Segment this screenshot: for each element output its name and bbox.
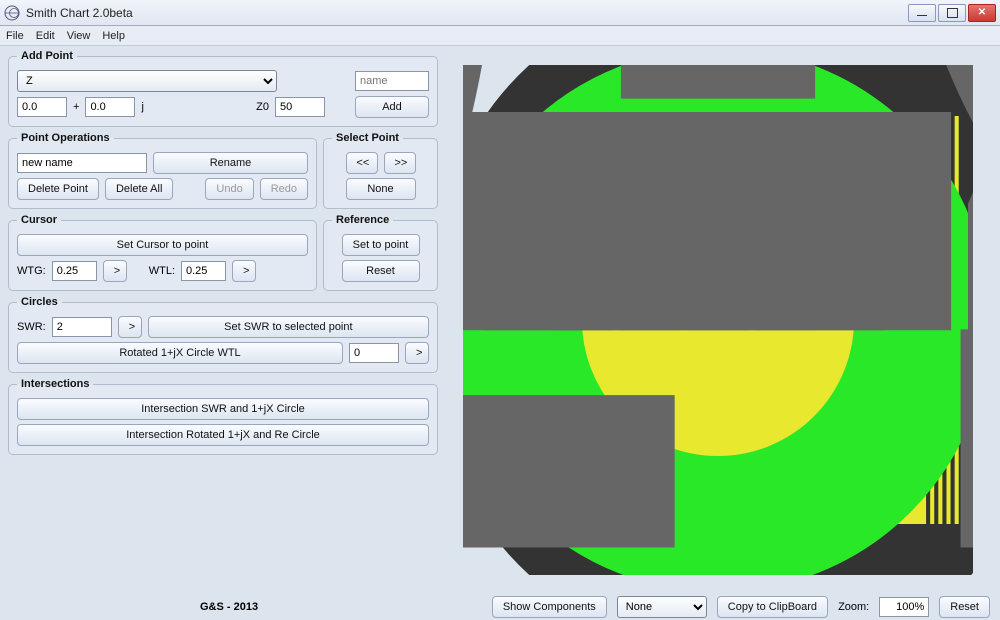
show-components-button[interactable]: Show Components bbox=[492, 596, 607, 618]
menu-view[interactable]: View bbox=[67, 30, 91, 42]
delete-all-button[interactable]: Delete All bbox=[105, 178, 173, 200]
wtl-go-button[interactable]: > bbox=[232, 260, 256, 282]
point-ops-legend: Point Operations bbox=[17, 132, 114, 144]
circles-legend: Circles bbox=[17, 296, 62, 308]
real-input[interactable] bbox=[17, 97, 67, 117]
swr-input[interactable] bbox=[52, 317, 112, 337]
wtg-go-button[interactable]: > bbox=[103, 260, 127, 282]
intersections-group: Intersections Intersection SWR and 1+jX … bbox=[8, 378, 438, 455]
point-operations-group: Point Operations Rename Delete Point Del… bbox=[8, 132, 317, 209]
select-point-legend: Select Point bbox=[332, 132, 403, 144]
cursor-legend: Cursor bbox=[17, 214, 61, 226]
wtl-input[interactable] bbox=[181, 261, 226, 281]
zoom-label: Zoom: bbox=[838, 601, 869, 613]
reference-group: Reference Set to point Reset bbox=[323, 214, 438, 291]
add-button[interactable]: Add bbox=[355, 96, 429, 118]
intersections-legend: Intersections bbox=[17, 378, 93, 390]
select-point-group: Select Point << >> None bbox=[323, 132, 438, 209]
add-point-legend: Add Point bbox=[17, 50, 77, 62]
brand-label: G&S - 2013 bbox=[200, 601, 258, 613]
set-swr-button[interactable]: Set SWR to selected point bbox=[148, 316, 429, 338]
add-point-group: Add Point Z + j Z0 Add bbox=[8, 50, 438, 127]
menu-help[interactable]: Help bbox=[102, 30, 125, 42]
close-button[interactable] bbox=[968, 4, 996, 22]
plus-label: + bbox=[73, 101, 79, 113]
smith-chart[interactable]: 0.00.20.51.02.05.0-5.0-2.0-1.0-0.5-0.20.… bbox=[444, 50, 992, 590]
app-icon bbox=[4, 5, 20, 21]
menu-file[interactable]: File bbox=[6, 30, 24, 42]
intersection-rotated-button[interactable]: Intersection Rotated 1+jX and Re Circle bbox=[17, 424, 429, 446]
set-cursor-button[interactable]: Set Cursor to point bbox=[17, 234, 308, 256]
swr-label: SWR: bbox=[17, 321, 46, 333]
copy-clipboard-button[interactable]: Copy to ClipBoard bbox=[717, 596, 828, 618]
rotated-input[interactable] bbox=[349, 343, 399, 363]
new-name-input[interactable] bbox=[17, 153, 147, 173]
reference-legend: Reference bbox=[332, 214, 393, 226]
wtg-label: WTG: bbox=[17, 265, 46, 277]
prev-point-button[interactable]: << bbox=[346, 152, 378, 174]
imag-input[interactable] bbox=[85, 97, 135, 117]
reset-reference-button[interactable]: Reset bbox=[342, 260, 420, 282]
z0-label: Z0 bbox=[256, 101, 269, 113]
intersection-swr-button[interactable]: Intersection SWR and 1+jX Circle bbox=[17, 398, 429, 420]
zoom-reset-button[interactable]: Reset bbox=[939, 596, 990, 618]
j-label: j bbox=[141, 101, 143, 113]
menu-edit[interactable]: Edit bbox=[36, 30, 55, 42]
point-name-input[interactable] bbox=[355, 71, 429, 91]
point-type-select[interactable]: Z bbox=[17, 70, 277, 92]
components-select[interactable]: None bbox=[617, 596, 707, 618]
wtg-input[interactable] bbox=[52, 261, 97, 281]
circles-group: Circles SWR: > Set SWR to selected point… bbox=[8, 296, 438, 373]
rotated-go-button[interactable]: > bbox=[405, 342, 429, 364]
wtl-label: WTL: bbox=[149, 265, 175, 277]
minimize-button[interactable] bbox=[908, 4, 936, 22]
z0-input[interactable] bbox=[275, 97, 325, 117]
undo-button[interactable]: Undo bbox=[205, 178, 253, 200]
redo-button[interactable]: Redo bbox=[260, 178, 308, 200]
window-title: Smith Chart 2.0beta bbox=[26, 6, 908, 20]
svg-text:5.0: 5.0 bbox=[463, 65, 511, 575]
cursor-group: Cursor Set Cursor to point WTG: > WTL: > bbox=[8, 214, 317, 291]
rotated-circle-button[interactable]: Rotated 1+jX Circle WTL bbox=[17, 342, 343, 364]
delete-point-button[interactable]: Delete Point bbox=[17, 178, 99, 200]
set-reference-button[interactable]: Set to point bbox=[342, 234, 420, 256]
swr-go-button[interactable]: > bbox=[118, 316, 142, 338]
zoom-input[interactable] bbox=[879, 597, 929, 617]
maximize-button[interactable] bbox=[938, 4, 966, 22]
next-point-button[interactable]: >> bbox=[384, 152, 416, 174]
select-none-button[interactable]: None bbox=[346, 178, 416, 200]
rename-button[interactable]: Rename bbox=[153, 152, 308, 174]
